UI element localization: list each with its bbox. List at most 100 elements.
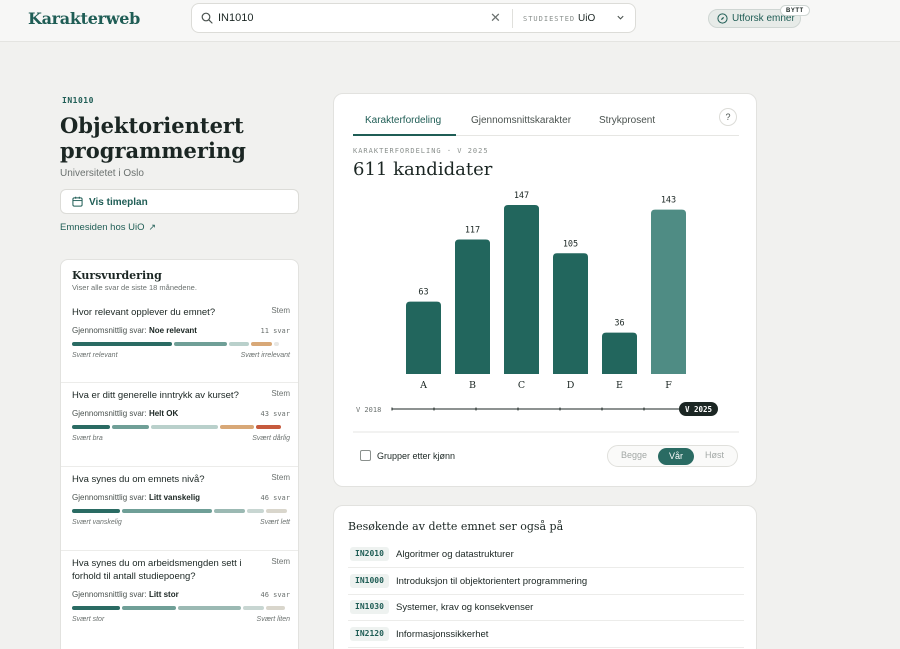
list-item[interactable]: IN2010 Algoritmer og datastrukturer <box>348 542 744 568</box>
answer-distribution-bar <box>72 342 289 346</box>
list-item[interactable]: IN1000 Introduksjon til objektorientert p… <box>348 569 744 595</box>
distribution-segment <box>274 342 279 346</box>
calendar-icon <box>72 196 83 207</box>
compass-icon <box>717 13 728 24</box>
bar-value-label: 105 <box>563 239 578 249</box>
scale-left-label: Svært relevant <box>72 352 118 359</box>
list-item[interactable]: IN1030 Systemer, krav og konsekvenser <box>348 595 744 621</box>
scale-right-label: Svært lett <box>260 519 290 526</box>
average-answer-value: Litt stor <box>148 590 179 599</box>
distribution-segment <box>213 509 246 513</box>
switch-badge: BYTT <box>780 5 810 16</box>
page-title: Objektorientert programmering <box>60 113 246 163</box>
bar-c[interactable] <box>504 205 539 374</box>
semester-option-host[interactable]: Høst <box>705 450 724 460</box>
studiested-select[interactable]: UiO <box>578 13 595 24</box>
answer-count: 43 svar <box>260 410 290 418</box>
grade-distribution-card: Karakterfordeling Gjennomsnittskarakter … <box>333 93 757 487</box>
grade-label: F <box>665 380 672 391</box>
average-answer: Gjennomsnittlig svar: Helt OK <box>72 409 178 418</box>
close-icon[interactable]: ✕ <box>490 11 501 25</box>
course-evaluation-card: Kursvurdering Viser alle svar de siste 1… <box>60 259 299 649</box>
distribution-segment <box>151 425 219 429</box>
average-answer-prefix: Gjennomsnittlig svar: <box>72 326 147 335</box>
evaluation-subtitle: Viser alle svar de siste 18 månedene. <box>72 283 197 292</box>
bar-e[interactable] <box>602 332 637 374</box>
average-answer-prefix: Gjennomsnittlig svar: <box>72 493 147 502</box>
search-icon <box>201 12 213 24</box>
question-text: Hva synes du om arbeidsmengden sett i fo… <box>72 558 242 582</box>
distribution-segment <box>72 606 121 610</box>
studiested-label: STUDIESTED <box>523 15 576 23</box>
course-page-link[interactable]: Emnesiden hos UiO ↗ <box>60 222 156 233</box>
also-visited-card: Besøkende av dette emnet ser også på IN2… <box>333 505 757 649</box>
scale-left-label: Svært vanskelig <box>72 519 122 526</box>
list-item[interactable]: IN2120 Informasjonssikkerhet <box>348 622 744 648</box>
average-answer-prefix: Gjennomsnittlig svar: <box>72 590 147 599</box>
evaluation-question: Hvor relevant opplever du emnet? Stem Gjen… <box>61 300 298 382</box>
distribution-segment <box>72 509 121 513</box>
course-code-badge: IN1000 <box>350 573 389 588</box>
external-link-icon: ↗ <box>148 222 157 232</box>
grade-label: B <box>469 380 476 391</box>
question-text: Hva er ditt generelle inntrykk av kurset… <box>72 390 239 401</box>
average-answer-value: Noe relevant <box>148 326 197 335</box>
semester-option-begge[interactable]: Begge <box>621 450 647 460</box>
evaluation-question: Hva er ditt generelle inntrykk av kurset… <box>61 382 298 466</box>
distribution-segment <box>243 606 265 610</box>
bar-d[interactable] <box>553 253 588 374</box>
distribution-segment <box>251 342 273 346</box>
search-input[interactable]: IN1010 <box>218 12 253 24</box>
course-code: IN1010 <box>62 96 94 105</box>
question-text: Hvor relevant opplever du emnet? <box>72 307 216 318</box>
course-code-badge: IN1030 <box>350 600 389 614</box>
logo[interactable]: Karakterweb <box>28 9 140 28</box>
course-page-link-label: Emnesiden hos UiO <box>60 222 145 233</box>
distribution-segment <box>255 425 281 429</box>
vote-button[interactable]: Stem <box>271 306 290 315</box>
distribution-segment <box>228 342 250 346</box>
grade-label: E <box>616 380 623 391</box>
scale-right-label: Svært irrelevant <box>240 352 290 359</box>
question-text: Hva synes du om emnets nivå? <box>72 474 205 485</box>
scale-left-label: Svært stor <box>72 616 105 623</box>
show-timetable-label: Vis timeplan <box>89 197 148 208</box>
distribution-segment <box>72 342 173 346</box>
vote-button[interactable]: Stem <box>271 389 290 398</box>
vote-button[interactable]: Stem <box>271 557 290 566</box>
distribution-segment <box>111 425 150 429</box>
distribution-segment <box>174 342 227 346</box>
course-name: Introduksjon til objektorientert program… <box>396 575 588 587</box>
group-by-gender-checkbox[interactable] <box>360 450 371 461</box>
semester-selector[interactable]: Begge Vår Høst <box>607 445 738 467</box>
distribution-segment <box>122 509 212 513</box>
answer-count: 46 svar <box>260 494 290 502</box>
evaluation-question: Hva synes du om emnets nivå? Stem Gjennoms… <box>61 466 298 550</box>
distribution-segment <box>122 606 177 610</box>
bar-value-label: 117 <box>465 225 480 235</box>
answer-distribution-bar <box>72 606 289 610</box>
vote-button[interactable]: Stem <box>271 473 290 482</box>
average-answer-prefix: Gjennomsnittlig svar: <box>72 409 147 418</box>
search-bar[interactable]: IN1010 ✕ STUDIESTED UiO <box>191 3 636 33</box>
semester-option-var[interactable]: Vår <box>658 448 694 465</box>
bar-value-label: 147 <box>514 191 529 201</box>
distribution-segment <box>247 509 264 513</box>
course-code-badge: IN2010 <box>350 547 389 561</box>
evaluation-title: Kursvurdering <box>72 269 162 282</box>
course-name: Algoritmer og datastrukturer <box>396 549 514 560</box>
bar-a[interactable] <box>406 301 441 374</box>
top-bar: Karakterweb IN1010 ✕ STUDIESTED UiO Utfo… <box>0 0 900 42</box>
bar-f[interactable] <box>651 209 686 374</box>
grade-label: A <box>419 380 427 391</box>
show-timetable-button[interactable]: Vis timeplan <box>60 189 299 214</box>
chevron-down-icon[interactable] <box>616 13 625 22</box>
average-answer: Gjennomsnittlig svar: Litt stor <box>72 590 179 599</box>
bar-b[interactable] <box>455 239 490 374</box>
bar-value-label: 36 <box>614 319 624 329</box>
answer-distribution-bar <box>72 509 289 513</box>
distribution-segment <box>72 425 110 429</box>
course-code-badge: IN2120 <box>350 626 389 641</box>
average-answer: Gjennomsnittlig svar: Litt vanskelig <box>72 493 200 502</box>
evaluation-question: Hva synes du om arbeidsmengden sett i fo… <box>61 550 298 649</box>
